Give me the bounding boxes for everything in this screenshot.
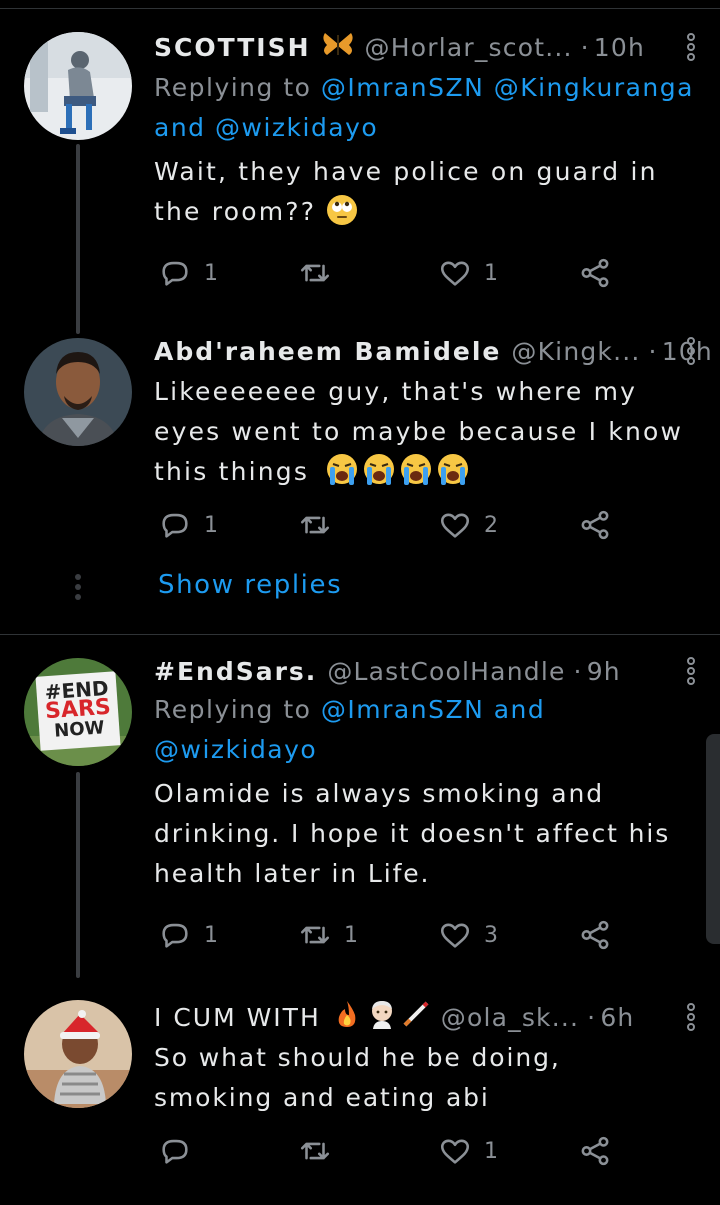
display-name[interactable]: I CUM WITH bbox=[154, 1003, 321, 1032]
timestamp[interactable]: 10h bbox=[594, 33, 645, 62]
tweet-text: Wait, they have police on guard in the r… bbox=[154, 152, 694, 238]
share-icon bbox=[581, 1136, 609, 1166]
show-replies-link[interactable]: Show replies bbox=[158, 570, 342, 600]
replying-to: Replying to @ImranSZN @Kingkuranga and @… bbox=[154, 73, 694, 142]
separator-dot: · bbox=[648, 336, 658, 366]
thread-more-dots bbox=[74, 574, 82, 604]
fire-emoji bbox=[333, 999, 361, 1035]
mention-link[interactable]: @wizkidayo bbox=[215, 113, 378, 142]
display-name[interactable]: Abd'raheem Bamidele bbox=[154, 337, 501, 366]
reply-count: 1 bbox=[204, 260, 218, 286]
reply-button[interactable]: 1 bbox=[158, 256, 218, 290]
like-button[interactable]: 3 bbox=[438, 918, 498, 952]
thread-line bbox=[76, 144, 80, 334]
reply-count: 1 bbox=[204, 922, 218, 948]
timestamp[interactable]: 6h bbox=[600, 1003, 634, 1032]
display-name[interactable]: #EndSars. bbox=[154, 657, 317, 686]
more-icon[interactable] bbox=[686, 32, 696, 62]
loudly-crying-emoji bbox=[325, 452, 473, 498]
mention-link[interactable]: @ImranSZN @Kingkuranga bbox=[321, 73, 694, 102]
reply-icon bbox=[162, 1139, 188, 1164]
handle[interactable]: @ola_sk... bbox=[441, 1003, 579, 1032]
handle[interactable]: @Kingk... bbox=[511, 337, 640, 366]
reply-button[interactable]: 1 bbox=[158, 508, 218, 542]
reply-icon bbox=[162, 513, 188, 538]
cigarette-emoji bbox=[401, 999, 431, 1035]
eye-roll-emoji bbox=[326, 194, 358, 238]
retweet-count: 1 bbox=[344, 922, 358, 948]
tweet-text: Likeeeeeee guy, that's where my eyes wen… bbox=[154, 372, 702, 498]
like-count: 1 bbox=[484, 260, 498, 286]
scrollbar[interactable] bbox=[706, 734, 720, 944]
like-icon bbox=[440, 923, 470, 948]
separator-dot: · bbox=[587, 1002, 597, 1032]
retweet-icon bbox=[300, 516, 330, 534]
retweet-button[interactable] bbox=[298, 1134, 344, 1168]
like-button[interactable]: 1 bbox=[438, 1134, 498, 1168]
tweet-text: Olamide is always smoking and drinking. … bbox=[154, 779, 671, 888]
separator-dot: · bbox=[580, 32, 590, 62]
share-icon bbox=[581, 258, 609, 288]
more-icon[interactable] bbox=[686, 656, 696, 686]
avatar[interactable] bbox=[24, 338, 132, 446]
reply-button[interactable] bbox=[158, 1134, 204, 1168]
handle[interactable]: @LastCoolHandle bbox=[327, 657, 565, 686]
mention-link[interactable]: @wizkidayo bbox=[154, 735, 317, 764]
more-icon[interactable] bbox=[686, 1002, 696, 1032]
reply-icon bbox=[162, 261, 188, 286]
like-icon bbox=[440, 1139, 470, 1164]
like-button[interactable]: 2 bbox=[438, 508, 498, 542]
thread-line bbox=[76, 772, 80, 978]
retweet-button[interactable]: 1 bbox=[298, 918, 358, 952]
share-button[interactable] bbox=[578, 918, 612, 952]
share-button[interactable] bbox=[578, 508, 612, 542]
reply-count: 1 bbox=[204, 512, 218, 538]
replying-to: Replying to @ImranSZN and @wizkidayo bbox=[154, 695, 546, 764]
retweet-icon bbox=[300, 926, 330, 944]
like-icon bbox=[440, 513, 470, 538]
like-count: 2 bbox=[484, 512, 498, 538]
share-button[interactable] bbox=[578, 256, 612, 290]
like-button[interactable]: 1 bbox=[438, 256, 498, 290]
avatar[interactable] bbox=[24, 32, 132, 140]
avatar[interactable]: #END SARS NOW bbox=[24, 658, 132, 766]
more-icon[interactable] bbox=[686, 336, 696, 366]
reply-icon bbox=[162, 923, 188, 948]
share-icon bbox=[581, 510, 609, 540]
avatar[interactable] bbox=[24, 1000, 132, 1108]
like-icon bbox=[440, 261, 470, 286]
handle[interactable]: @Horlar_scot... bbox=[365, 33, 573, 62]
top-divider bbox=[0, 8, 720, 9]
tweet-text: So what should he be doing, smoking and … bbox=[154, 1043, 561, 1112]
endsars-sign: #END SARS NOW bbox=[43, 675, 112, 742]
retweet-button[interactable] bbox=[298, 508, 344, 542]
retweet-button[interactable] bbox=[298, 256, 344, 290]
mention-link[interactable]: @ImranSZN bbox=[321, 695, 484, 724]
timestamp[interactable]: 9h bbox=[587, 657, 621, 686]
like-count: 1 bbox=[484, 1138, 498, 1164]
retweet-icon bbox=[300, 264, 330, 282]
share-button[interactable] bbox=[578, 1134, 612, 1168]
butterfly-emoji bbox=[321, 29, 355, 65]
share-icon bbox=[581, 920, 609, 950]
person-emoji bbox=[367, 999, 397, 1035]
retweet-icon bbox=[300, 1142, 330, 1160]
like-count: 3 bbox=[484, 922, 498, 948]
reply-button[interactable]: 1 bbox=[158, 918, 218, 952]
section-divider bbox=[0, 634, 720, 635]
separator-dot: · bbox=[573, 656, 583, 686]
display-name[interactable]: SCOTTISH bbox=[154, 33, 311, 62]
